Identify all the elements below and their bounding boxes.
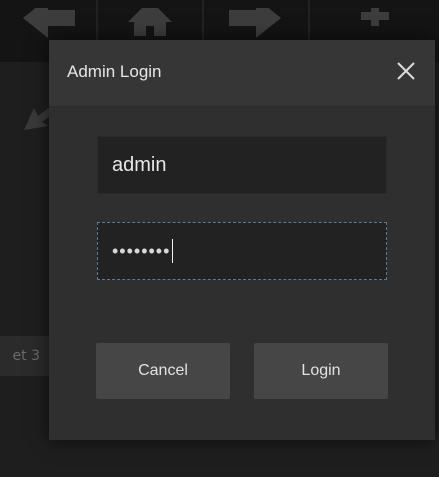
- cancel-button[interactable]: Cancel: [96, 343, 230, 399]
- password-mask: ••••••••: [112, 240, 171, 261]
- preset-label: et 3: [12, 348, 40, 364]
- cancel-button-label: Cancel: [138, 362, 188, 379]
- password-input[interactable]: ••••••••: [97, 222, 387, 280]
- dialog-body: •••••••• Cancel Login: [49, 107, 435, 440]
- dialog-title: Admin Login: [67, 62, 162, 81]
- close-button[interactable]: [391, 56, 421, 86]
- app-screen: et 3 Admin Login •••••••• Cancel Logi: [0, 0, 439, 477]
- username-input[interactable]: [97, 136, 387, 194]
- preset-button[interactable]: et 3: [0, 336, 50, 376]
- close-icon: [397, 62, 415, 80]
- text-caret: [172, 239, 174, 263]
- dialog-header: Admin Login: [49, 40, 435, 107]
- admin-login-dialog: Admin Login •••••••• Cancel Login: [49, 40, 435, 440]
- login-button-label: Login: [301, 362, 341, 379]
- login-button[interactable]: Login: [254, 343, 388, 399]
